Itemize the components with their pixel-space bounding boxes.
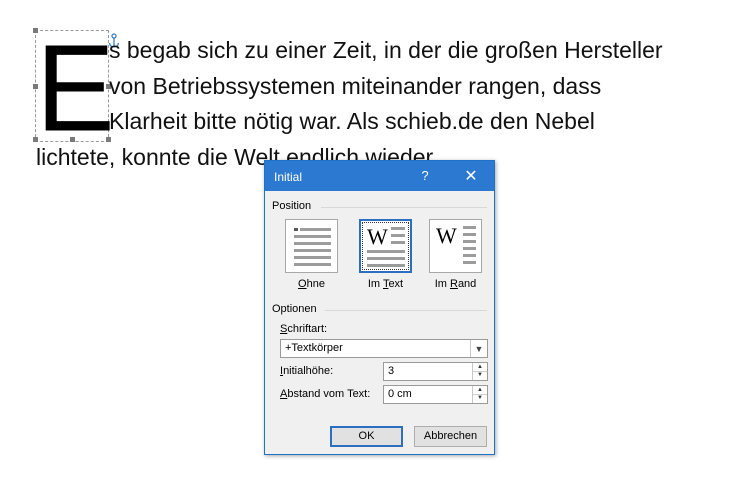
spin-down-icon[interactable]: ▼ [473, 394, 487, 402]
spin-buttons: ▲ ▼ [472, 386, 487, 403]
position-none-label: Ohne [298, 278, 325, 290]
position-in-margin-label: Im Rand [434, 278, 477, 290]
w-icon: W [436, 223, 457, 248]
position-none-option[interactable] [285, 219, 338, 273]
font-select[interactable]: +Textkörper ▼ [280, 339, 488, 358]
dropcap-letter[interactable]: E [36, 27, 115, 151]
position-in-text-label: Im Text [367, 278, 404, 290]
help-button[interactable]: ? [417, 168, 433, 183]
position-divider [321, 207, 487, 208]
font-label: Schriftart: [280, 323, 328, 335]
cancel-button[interactable]: Abbrechen [414, 426, 487, 447]
spin-down-icon[interactable]: ▼ [473, 371, 487, 379]
options-group-label: Optionen [272, 303, 317, 315]
ok-button[interactable]: OK [330, 426, 403, 447]
w-icon: W [367, 224, 388, 249]
position-group-label: Position [272, 200, 312, 212]
close-icon[interactable]: ✕ [461, 166, 481, 186]
initial-height-value: 3 [388, 365, 395, 377]
dialog-title: Initial [274, 170, 303, 184]
distance-label: Abstand vom Text: [280, 388, 371, 400]
spin-buttons: ▲ ▼ [472, 363, 487, 380]
position-in-text-option[interactable]: W [359, 219, 412, 273]
text-line-2: von Betriebssystemen miteinander rangen,… [109, 73, 602, 99]
dialog-titlebar[interactable]: Initial ? ✕ [265, 161, 494, 191]
font-select-value: +Textkörper [285, 342, 343, 354]
options-divider [325, 310, 487, 311]
chevron-down-icon[interactable]: ▼ [470, 340, 487, 357]
initial-dialog: Initial ? ✕ Position Ohne W Im Text W Im… [264, 160, 495, 455]
text-line-3: Klarheit bitte nötig war. Als schieb.de … [109, 108, 595, 134]
initial-height-stepper[interactable]: 3 ▲ ▼ [383, 362, 488, 381]
distance-stepper[interactable]: 0 cm ▲ ▼ [383, 385, 488, 404]
initial-height-label: Initialhöhe: [280, 365, 334, 377]
position-in-margin-option[interactable]: W [429, 219, 482, 273]
distance-value: 0 cm [388, 388, 412, 400]
text-line-1: s begab sich zu einer Zeit, in der die g… [109, 37, 663, 63]
